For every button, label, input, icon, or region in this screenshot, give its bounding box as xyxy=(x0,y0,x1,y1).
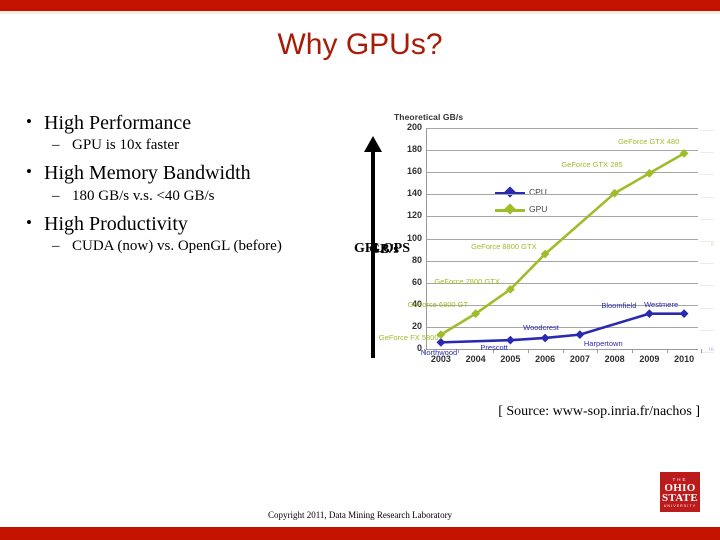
bullet-item-3: • High Memory Bandwidth xyxy=(24,162,354,184)
chart-data-point xyxy=(644,309,654,319)
chart-x-tick-label: 2009 xyxy=(639,354,660,364)
bullet-text: High Memory Bandwidth xyxy=(44,162,251,185)
chart-y-tick-label: 100 xyxy=(406,232,422,243)
chart-x-tick-label: 2008 xyxy=(604,354,625,364)
chart-x-tick-label: 2007 xyxy=(569,354,590,364)
chart-x-tick-mark xyxy=(562,349,564,353)
bullet-item-5: • High Productivity xyxy=(24,213,354,235)
chart-point-label: GeForce GTX 285 xyxy=(561,160,623,170)
chart-title: Theoretical GB/s xyxy=(394,112,464,122)
chart-x-tick-mark xyxy=(666,349,668,353)
chart-point-label: Harpertown xyxy=(583,338,623,348)
chart-x-tick-mark xyxy=(597,349,599,353)
slide-canvas: Why GPUs? • High Performance – GPU is 10… xyxy=(0,0,720,540)
chart-y-tick-label: 200 xyxy=(406,122,422,132)
bullet-text: High Performance xyxy=(44,112,192,134)
chart-y-tick-label: 20 xyxy=(411,320,422,331)
chart-y-tick-label: 140 xyxy=(406,188,422,199)
bottom-accent-bar xyxy=(0,527,720,540)
bullet-marker: • xyxy=(26,112,32,131)
chart-x-tick-mark xyxy=(527,349,529,353)
logo-line-the: THE xyxy=(672,476,688,482)
bullet-text: GPU is 10x faster xyxy=(72,137,180,154)
logo-line-university: UNIVERSITY xyxy=(663,503,697,508)
chart-point-label: Northwood xyxy=(420,348,458,358)
bullet-marker: – xyxy=(52,187,60,204)
chart-point-label: GeForce 7800 GTX xyxy=(434,277,500,287)
source-attribution: [ Source: www-sop.inria.fr/nachos ] xyxy=(498,404,700,419)
chart-data-point xyxy=(679,309,689,319)
chart-y-tick-label: 60 xyxy=(411,276,422,287)
chart-y-tick-label: 160 xyxy=(406,166,422,177)
bullet-item-2: – GPU is 10x faster xyxy=(24,137,354,154)
top-accent-bar-shadow xyxy=(0,11,720,14)
bullet-marker: – xyxy=(52,238,60,255)
bullet-item-6: – CUDA (now) vs. OpenGL (before) xyxy=(24,238,354,255)
chart-series-line-cpu xyxy=(440,312,685,344)
chart-x-tick-mark xyxy=(701,349,703,353)
bullet-list: • High Performance – GPU is 10x faster •… xyxy=(24,112,354,263)
chart-x-tick-mark xyxy=(458,349,460,353)
performance-chart: Theoretical GB/s CPU GPU 0 20 40 60 80 100 120 1… xyxy=(379,112,710,380)
bullet-item-1: • High Performance xyxy=(24,112,354,134)
chart-point-label: GeForce FX 5800 xyxy=(378,332,439,342)
bullet-text: CUDA (now) vs. OpenGL (before) xyxy=(72,238,282,255)
chart-x-tick-label: 2004 xyxy=(465,354,486,364)
chart-ghost-label: 6 xyxy=(710,242,714,248)
chart-plot-area: CPU GPU 0 20 40 60 80 100 120 140 160 180 200 2003 20… xyxy=(379,122,703,364)
chart-point-label: Westmere xyxy=(644,299,679,309)
bullet-text: 180 GB/s v.s. <40 GB/s xyxy=(72,187,215,204)
page-title: Why GPUs? xyxy=(277,28,443,61)
chart-data-point xyxy=(540,333,550,343)
bullet-marker: • xyxy=(26,162,32,182)
osu-logo: THE OHIO STATE UNIVERSITY xyxy=(660,472,700,512)
chart-x-tick-mark xyxy=(631,349,633,353)
chart-point-label: Woodcrest xyxy=(523,322,559,332)
logo-line-ohio: OHIO xyxy=(664,481,696,494)
logo-line-state: STATE xyxy=(662,491,698,504)
chart-x-tick-label: 2006 xyxy=(535,354,556,364)
chart-point-label: GeForce 6800 GT xyxy=(407,299,469,309)
top-accent-bar xyxy=(0,0,720,11)
copyright-footer: Copyright 2011, Data Mining Research Lab… xyxy=(267,510,453,520)
chart-y-tick-label: 120 xyxy=(406,210,422,221)
bullet-marker: • xyxy=(26,212,32,232)
chart-point-label: Bloomfield xyxy=(601,300,637,310)
chart-point-label: Prescott xyxy=(480,343,508,353)
chart-x-tick-label: 2005 xyxy=(500,354,521,364)
chart-point-label: GeForce GTX 480 xyxy=(618,137,680,147)
chart-point-label: GeForce 8800 GTX xyxy=(471,241,537,251)
chart-y-tick-label: 180 xyxy=(406,144,422,155)
bullet-marker: – xyxy=(52,137,60,154)
chart-y-tick-label: 80 xyxy=(411,254,422,265)
bullet-item-4: – 180 GB/s v.s. <40 GB/s xyxy=(24,188,354,205)
chart-x-tick-label: 2010 xyxy=(674,354,695,364)
bullet-text: High Productivity xyxy=(44,212,188,235)
